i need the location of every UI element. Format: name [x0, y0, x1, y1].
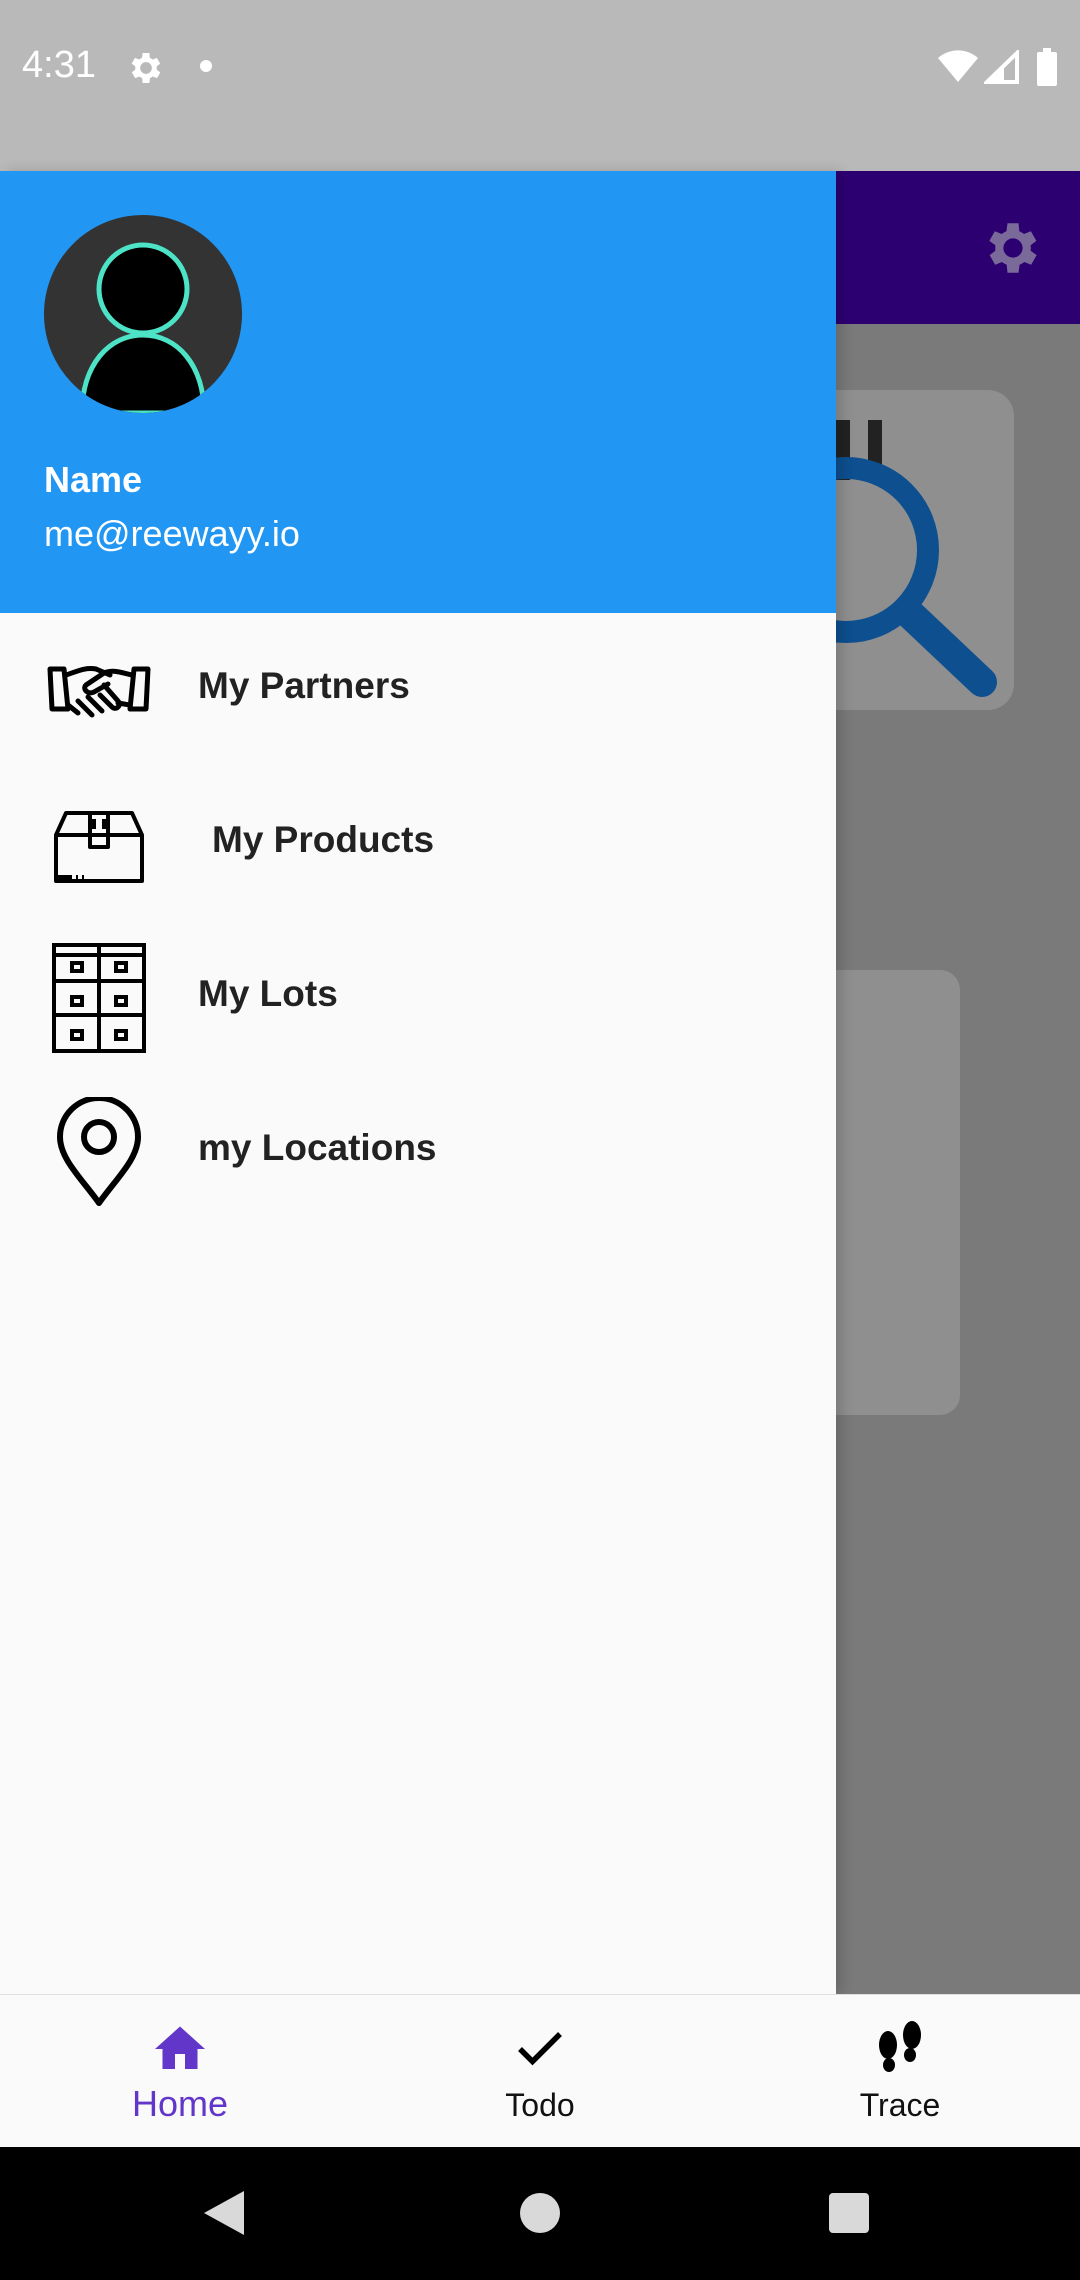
settings-gear-icon[interactable]	[980, 215, 1046, 286]
menu-item-my-lots[interactable]: My Lots	[0, 921, 836, 1075]
menu-item-label: My Products	[212, 819, 435, 860]
nav-label-home: Home	[131, 2083, 229, 2124]
battery-icon	[1036, 48, 1058, 91]
home-icon	[150, 2019, 210, 2079]
profile-email: me@reewayy.io	[44, 513, 300, 554]
nav-item-home[interactable]: Home	[0, 1995, 360, 2148]
menu-item-label: My Lots	[198, 973, 338, 1014]
menu-item-my-partners[interactable]: My Partners	[0, 613, 836, 767]
check-icon	[510, 2019, 570, 2079]
status-time: 4:31	[22, 44, 96, 86]
footprints-icon	[870, 2019, 930, 2079]
nav-item-todo[interactable]: Todo	[360, 1995, 720, 2148]
profile-name: Name	[44, 459, 143, 500]
location-pin-icon	[44, 1095, 154, 1207]
wifi-icon	[938, 50, 978, 87]
cellular-icon	[982, 48, 1020, 89]
nav-label-trace: Trace	[859, 2087, 941, 2123]
home-circle-icon[interactable]	[520, 2193, 560, 2233]
box-icon	[44, 789, 154, 899]
status-bar: 4:31	[0, 0, 1080, 171]
gear-icon	[126, 48, 166, 93]
recents-icon[interactable]	[829, 2193, 869, 2233]
menu-item-my-products[interactable]: My Products	[0, 767, 836, 921]
notification-dot-icon	[200, 60, 212, 72]
nav-item-trace[interactable]: Trace	[720, 1995, 1080, 2148]
system-navigation-bar	[0, 2147, 1080, 2280]
menu-item-my-locations[interactable]: my Locations	[0, 1075, 836, 1229]
bottom-navigation: Home Todo Trace	[0, 1994, 1080, 2148]
menu-item-label: my Locations	[198, 1127, 437, 1168]
nav-label-todo: Todo	[505, 2087, 575, 2123]
handshake-icon	[44, 635, 154, 745]
drawer-header: Name me@reewayy.io	[0, 171, 836, 613]
stacked-boxes-icon	[44, 943, 154, 1053]
back-icon[interactable]	[204, 2191, 244, 2240]
navigation-drawer: Name me@reewayy.io My Partners My Produc…	[0, 171, 836, 1994]
menu-item-label: My Partners	[198, 665, 410, 706]
avatar[interactable]	[44, 215, 242, 413]
